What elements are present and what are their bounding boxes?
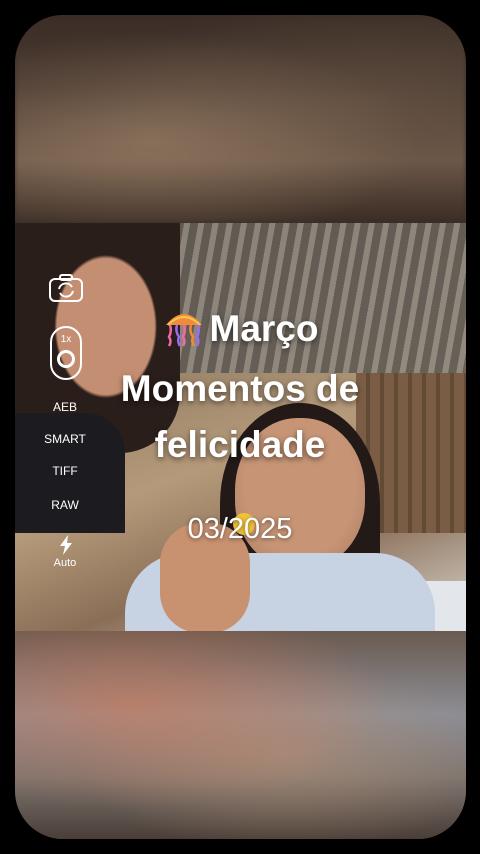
jellyfish-emoji-icon	[165, 314, 202, 347]
camera-switch-icon[interactable]	[48, 272, 84, 304]
flash-mode-label: Auto	[53, 557, 77, 569]
overlay-line-1-text: Março	[209, 308, 319, 349]
blurred-background-top	[15, 15, 466, 223]
overlay-date: 03/2025	[187, 513, 293, 545]
overlay-line-1: Março	[0, 307, 480, 351]
blurred-background-bottom	[15, 631, 466, 839]
overlay-line-3: felicidade	[154, 424, 326, 465]
overlay-line-2: Momentos de	[120, 368, 360, 409]
shutter-icon[interactable]	[57, 350, 75, 368]
raw-toggle[interactable]: RAW	[30, 498, 100, 512]
